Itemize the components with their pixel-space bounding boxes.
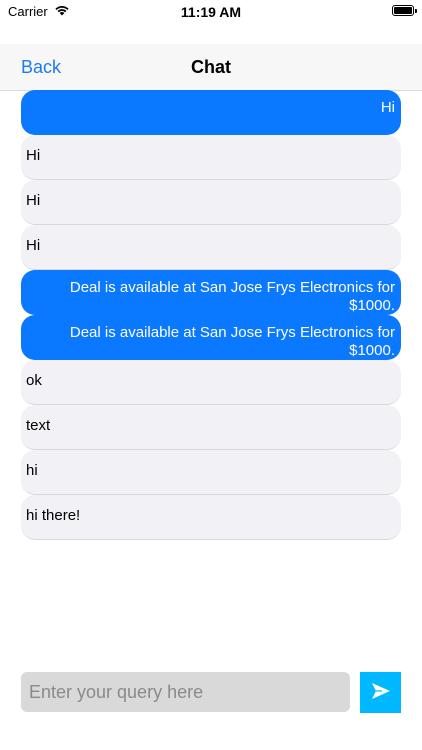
message-text: text xyxy=(26,417,51,434)
chat-screen: Carrier 11:19 AM Back Chat Hi Hi Hi Hi D… xyxy=(0,0,422,750)
message-text: ok xyxy=(26,372,42,389)
message-bubble-incoming: Hi xyxy=(21,225,401,270)
query-input[interactable] xyxy=(21,672,350,712)
message-text: Hi xyxy=(26,237,41,254)
message-bubble-incoming: Hi xyxy=(21,180,401,225)
message-text: hi xyxy=(26,462,38,479)
battery-icon xyxy=(392,5,417,16)
message-text: Deal is available at San Jose Frys Elect… xyxy=(69,279,395,314)
message-composer xyxy=(21,672,401,714)
message-bubble-incoming: ok xyxy=(21,360,401,405)
status-bar: Carrier 11:19 AM xyxy=(0,0,422,24)
message-text: hi there! xyxy=(26,507,81,524)
send-button[interactable] xyxy=(360,672,401,713)
message-bubble-incoming: Hi xyxy=(21,135,401,180)
message-bubble-outgoing: Deal is available at San Jose Frys Elect… xyxy=(21,270,401,315)
message-text: Hi xyxy=(26,192,41,209)
message-bubble-incoming: hi xyxy=(21,450,401,495)
message-bubble-incoming: hi there! xyxy=(21,495,401,540)
navigation-bar: Back Chat xyxy=(0,44,422,91)
message-text: Deal is available at San Jose Frys Elect… xyxy=(69,324,395,359)
page-title: Chat xyxy=(191,57,231,77)
send-icon xyxy=(370,681,392,704)
message-bubble-incoming: text xyxy=(21,405,401,450)
status-time: 11:19 AM xyxy=(180,4,242,20)
message-list[interactable]: Hi Hi Hi Hi Deal is available at San Jos… xyxy=(21,90,401,540)
message-bubble-outgoing: Deal is available at San Jose Frys Elect… xyxy=(21,315,401,360)
message-text: Hi xyxy=(26,147,41,164)
message-bubble-outgoing: Hi xyxy=(21,90,401,135)
message-text: Hi xyxy=(380,99,395,116)
